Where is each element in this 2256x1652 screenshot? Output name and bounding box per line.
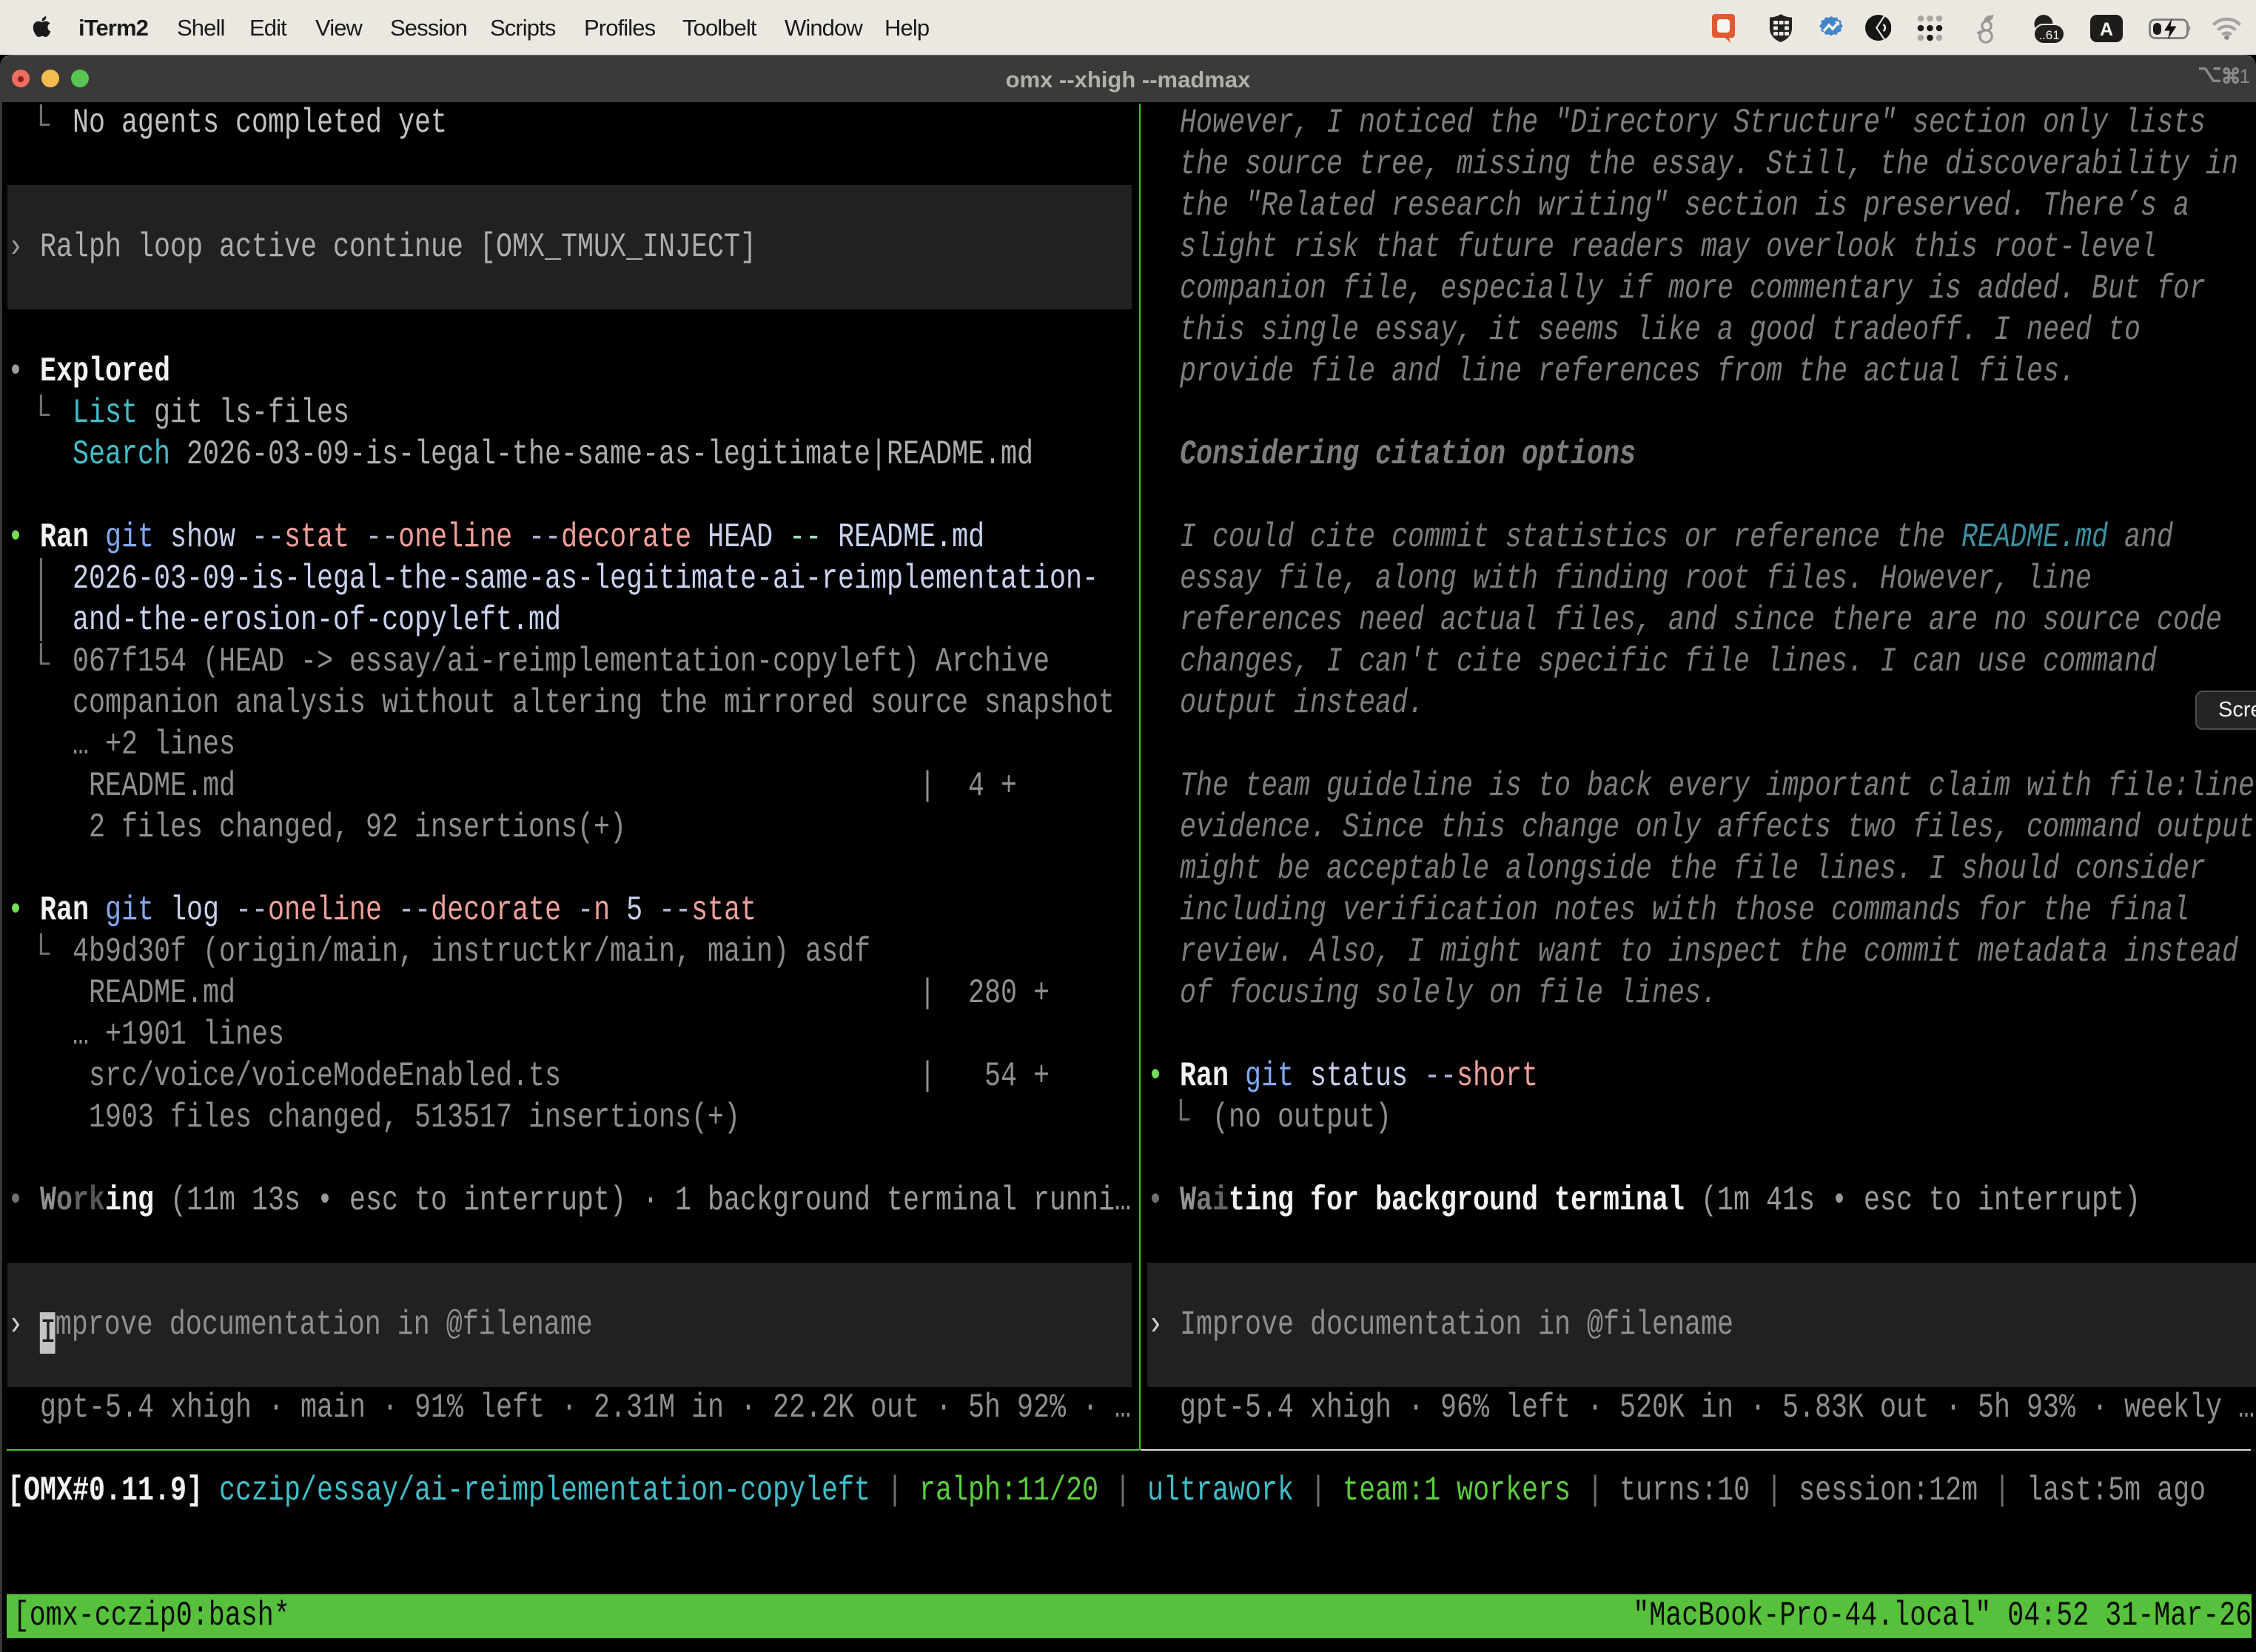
svg-text:A: A bbox=[2100, 19, 2113, 40]
svg-text:1: 1 bbox=[2240, 65, 2251, 86]
svg-text:..61: ..61 bbox=[2038, 28, 2059, 42]
